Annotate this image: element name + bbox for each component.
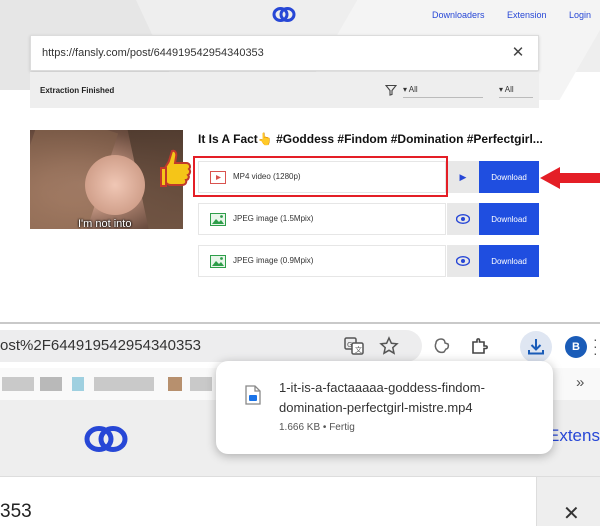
download-button[interactable]: Download bbox=[479, 203, 539, 235]
clear-icon[interactable]: ✕ bbox=[510, 45, 526, 61]
site-logo-icon[interactable] bbox=[272, 6, 296, 23]
image-file-icon bbox=[210, 213, 226, 226]
file-video-icon bbox=[245, 385, 261, 405]
bookmark-item[interactable] bbox=[94, 377, 154, 391]
nav-extension-partial[interactable]: Extensi bbox=[548, 426, 600, 446]
filter-bar: Extraction Finished ▾ All ▾ All bbox=[30, 72, 539, 108]
download-bubble[interactable]: 1-it-is-a-factaaaaa-goddess-findom-domin… bbox=[216, 361, 553, 454]
format-label: JPEG image (1.5Mpix) bbox=[233, 214, 314, 223]
address-text: ost%2F644919542954340353 bbox=[0, 337, 202, 354]
play-icon: ▶ bbox=[459, 171, 467, 182]
filter-select-1[interactable]: ▾ All bbox=[403, 85, 418, 94]
play-button[interactable]: ▶ bbox=[447, 161, 479, 193]
format-card: JPEG image (1.5Mpix) bbox=[198, 203, 446, 235]
arrow-left-icon bbox=[540, 167, 600, 189]
image-file-icon bbox=[210, 255, 226, 268]
format-row-jpeg-2: JPEG image (0.9Mpix) Download bbox=[198, 245, 539, 277]
profile-avatar[interactable]: B bbox=[565, 336, 587, 358]
svg-text:文: 文 bbox=[355, 345, 362, 354]
eye-icon bbox=[456, 256, 470, 266]
menu-icon[interactable]: · · · bbox=[593, 332, 600, 360]
highlight-box bbox=[193, 156, 448, 197]
bookmark-item[interactable] bbox=[190, 377, 212, 391]
thumbnail-caption: I'm not into bbox=[78, 218, 132, 229]
preview-button[interactable] bbox=[447, 203, 479, 235]
url-input-partial[interactable]: 353 ✕ bbox=[0, 476, 600, 526]
downloads-button[interactable] bbox=[520, 331, 552, 363]
download-filename[interactable]: 1-it-is-a-factaaaaa-goddess-findom-domin… bbox=[279, 378, 539, 418]
clear-button[interactable]: ✕ bbox=[536, 477, 600, 526]
format-card: JPEG image (0.9Mpix) bbox=[198, 245, 446, 277]
bookmarks-more-icon[interactable]: » bbox=[576, 374, 584, 391]
svg-text:G: G bbox=[347, 341, 352, 349]
extension-puzzle-icon[interactable] bbox=[432, 336, 452, 356]
format-row-jpeg-1: JPEG image (1.5Mpix) Download bbox=[198, 203, 539, 235]
thumbs-up-icon bbox=[160, 149, 192, 187]
filter-icon bbox=[385, 84, 397, 96]
bookmark-item[interactable] bbox=[40, 377, 62, 391]
nav-extension[interactable]: Extension bbox=[507, 10, 547, 20]
filter-select-2-value: All bbox=[504, 85, 514, 94]
url-input-value: https://fansly.com/post/6449195429543403… bbox=[42, 47, 264, 59]
extraction-status: Extraction Finished bbox=[40, 86, 115, 95]
video-title: It Is A Fact👆 #Goddess #Findom #Dominati… bbox=[198, 132, 543, 146]
url-input-partial-text: 353 bbox=[0, 501, 32, 522]
translate-icon[interactable]: G 文 bbox=[344, 336, 364, 356]
filter-select-2[interactable]: ▾ All bbox=[499, 85, 514, 94]
extensions-icon[interactable] bbox=[470, 336, 490, 356]
download-icon bbox=[528, 339, 544, 355]
filter-select-1-value: All bbox=[408, 85, 418, 94]
download-meta: 1.666 KB • Fertig bbox=[279, 422, 355, 433]
bookmark-item[interactable] bbox=[168, 377, 182, 391]
site-logo-icon bbox=[84, 426, 128, 452]
close-icon: ✕ bbox=[563, 503, 580, 525]
nav-downloaders[interactable]: Downloaders bbox=[432, 10, 485, 20]
bookmark-item[interactable] bbox=[2, 377, 34, 391]
eye-icon bbox=[456, 214, 470, 224]
preview-button[interactable] bbox=[447, 245, 479, 277]
format-label: JPEG image (0.9Mpix) bbox=[233, 256, 314, 265]
download-button[interactable]: Download bbox=[479, 161, 539, 193]
url-input[interactable]: https://fansly.com/post/6449195429543403… bbox=[30, 35, 539, 71]
downloader-page: Downloaders Extension Login https://fans… bbox=[0, 0, 600, 322]
nav-login[interactable]: Login bbox=[569, 10, 591, 20]
bookmark-star-icon[interactable] bbox=[379, 336, 399, 356]
download-button[interactable]: Download bbox=[479, 245, 539, 277]
bookmark-item[interactable] bbox=[72, 377, 84, 391]
